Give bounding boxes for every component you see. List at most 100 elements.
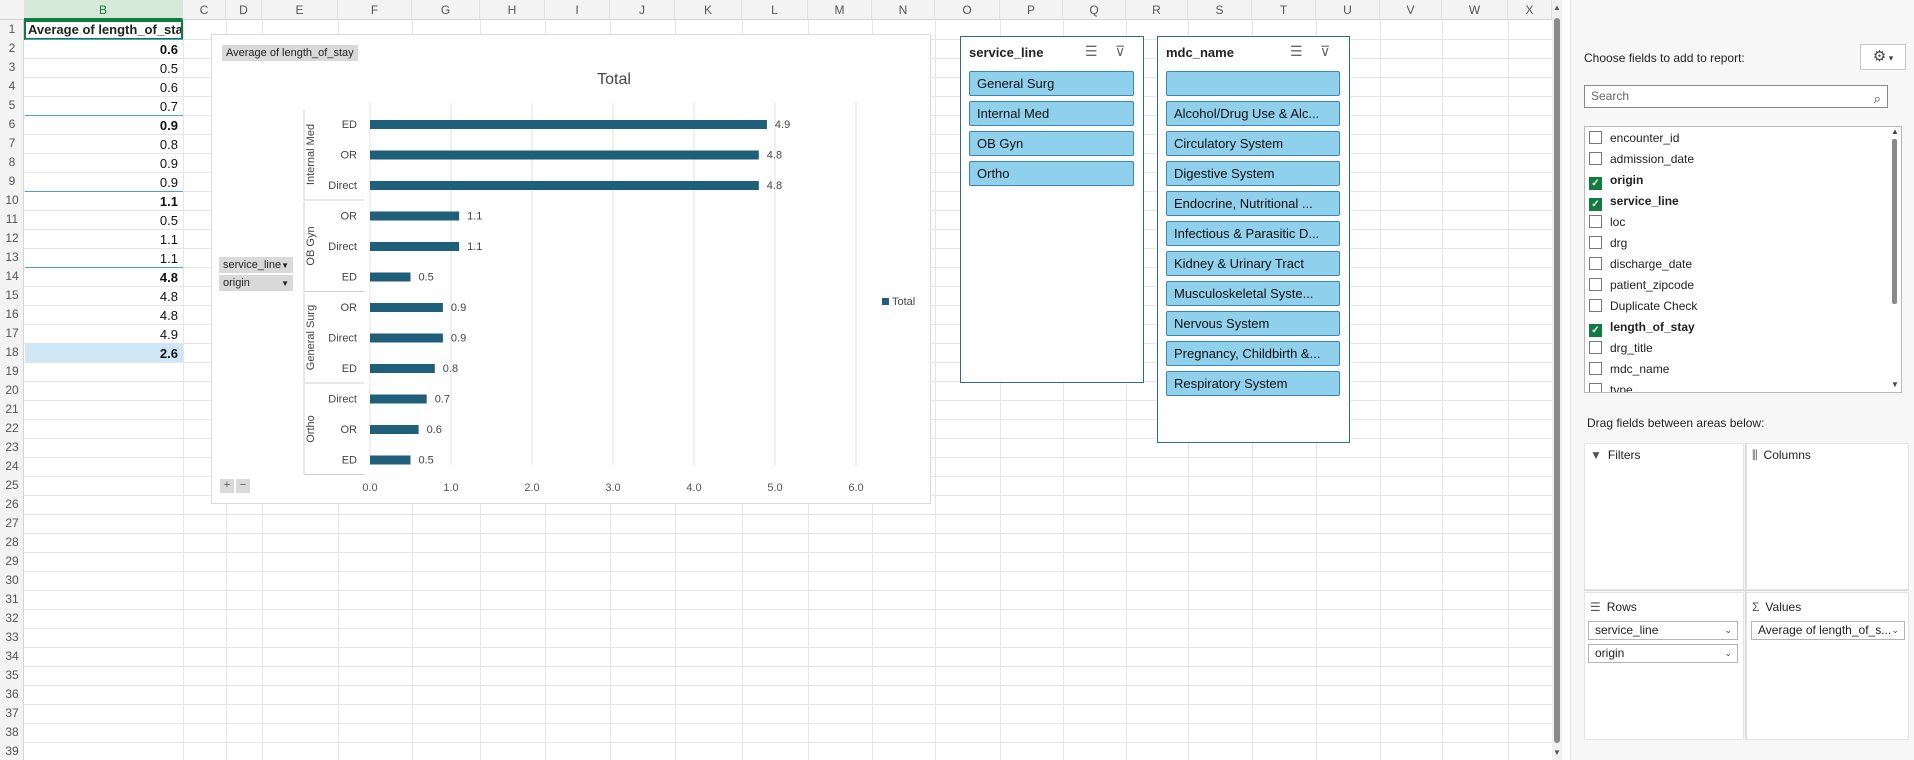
row-header-20[interactable]: 20 (0, 381, 24, 400)
pivot-value-cell[interactable]: 4.8 (25, 287, 182, 306)
row-header-7[interactable]: 7 (0, 134, 24, 153)
checkbox-icon[interactable] (1589, 257, 1602, 270)
row-header-4[interactable]: 4 (0, 77, 24, 96)
row-header-38[interactable]: 38 (0, 723, 24, 742)
field-length-of-stay[interactable]: ✓ length_of_stay (1589, 317, 1695, 337)
row-header-3[interactable]: 3 (0, 58, 24, 77)
column-header-C[interactable]: C (183, 0, 226, 20)
row-header-13[interactable]: 13 (0, 248, 24, 267)
column-header-J[interactable]: J (610, 0, 675, 20)
pivot-value-cell[interactable]: 0.7 (25, 97, 182, 116)
field-list[interactable]: encounter_id admission_date ✓ origin ✓ servic… (1584, 126, 1902, 393)
pivot-value-cell[interactable]: 2.6 (25, 344, 182, 363)
row-header-23[interactable]: 23 (0, 438, 24, 457)
pivot-value-cell[interactable]: 0.9 (25, 154, 182, 173)
slicer-item[interactable]: OB Gyn (969, 131, 1134, 156)
checkbox-icon[interactable]: ✓ (1589, 198, 1602, 211)
field-list-scrollbar[interactable]: ▲ ▼ (1890, 127, 1900, 392)
row-header-2[interactable]: 2 (0, 39, 24, 58)
row-header-8[interactable]: 8 (0, 153, 24, 172)
column-header-T[interactable]: T (1252, 0, 1316, 20)
field-service-line[interactable]: ✓ service_line (1589, 191, 1679, 211)
row-header-37[interactable]: 37 (0, 704, 24, 723)
row-header-11[interactable]: 11 (0, 210, 24, 229)
row-header-14[interactable]: 14 (0, 267, 24, 286)
row-header-21[interactable]: 21 (0, 400, 24, 419)
settings-gear-icon[interactable]: ⚙ ▾ (1860, 44, 1906, 70)
values-area[interactable] (1746, 592, 1909, 740)
column-header-G[interactable]: G (412, 0, 480, 20)
checkbox-icon[interactable]: ✓ (1589, 324, 1602, 337)
field-patient-zipcode[interactable]: patient_zipcode (1589, 275, 1694, 295)
row-header-6[interactable]: 6 (0, 115, 24, 134)
row-header-12[interactable]: 12 (0, 229, 24, 248)
field-origin[interactable]: ✓ origin (1589, 170, 1643, 190)
pivot-value-cell[interactable]: 0.5 (25, 211, 182, 230)
slicer-mdc-name[interactable]: mdc_name ☰ ⊽ Alcohol/Drug Use & Alc... Ci… (1157, 36, 1350, 443)
row-header-27[interactable]: 27 (0, 514, 24, 533)
scroll-thumb[interactable] (1892, 139, 1897, 304)
pivot-value-cell[interactable]: 0.8 (25, 135, 182, 154)
pivot-header-cell[interactable]: Average of length_of_stay (24, 20, 183, 40)
row-header-24[interactable]: 24 (0, 457, 24, 476)
column-header-H[interactable]: H (480, 0, 545, 20)
row-header-5[interactable]: 5 (0, 96, 24, 115)
slicer-item[interactable]: Alcohol/Drug Use & Alc... (1166, 101, 1340, 126)
pivot-value-cell[interactable]: 1.1 (25, 230, 182, 249)
checkbox-icon[interactable] (1589, 299, 1602, 312)
row-header-16[interactable]: 16 (0, 305, 24, 324)
slicer-item[interactable]: Endocrine, Nutritional ... (1166, 191, 1340, 216)
slicer-item[interactable]: Kidney & Urinary Tract (1166, 251, 1340, 276)
column-header-F[interactable]: F (338, 0, 412, 20)
pivot-value-cell[interactable]: 0.9 (25, 173, 182, 192)
rows-field-service-line[interactable]: service_line ⌄ (1588, 621, 1738, 640)
checkbox-icon[interactable] (1589, 131, 1602, 144)
values-field-avg-length-of-stay[interactable]: Average of length_of_s... ⌄ (1751, 621, 1905, 640)
column-header-B[interactable]: B (24, 0, 183, 20)
row-header-34[interactable]: 34 (0, 647, 24, 666)
column-header-S[interactable]: S (1188, 0, 1252, 20)
checkbox-icon[interactable] (1589, 362, 1602, 375)
column-header-P[interactable]: P (1000, 0, 1063, 20)
column-header-Q[interactable]: Q (1063, 0, 1126, 20)
column-header-V[interactable]: V (1380, 0, 1442, 20)
slicer-item[interactable] (1166, 71, 1340, 96)
checkbox-icon[interactable] (1589, 341, 1602, 354)
scroll-down-icon[interactable]: ▼ (1552, 748, 1562, 757)
rows-area[interactable] (1584, 592, 1744, 740)
checkbox-icon[interactable] (1589, 383, 1602, 392)
pivot-value-cell[interactable]: 4.8 (25, 268, 182, 287)
field-drg-title[interactable]: drg_title (1589, 338, 1653, 358)
field-drg[interactable]: drg (1589, 233, 1627, 253)
row-header-32[interactable]: 32 (0, 609, 24, 628)
columns-area[interactable] (1746, 443, 1909, 590)
field-admission-date[interactable]: admission_date (1589, 149, 1694, 169)
slicer-item[interactable]: Circulatory System (1166, 131, 1340, 156)
checkbox-icon[interactable] (1589, 236, 1602, 249)
slicer-item[interactable]: General Surg (969, 71, 1134, 96)
row-header-17[interactable]: 17 (0, 324, 24, 343)
row-header-35[interactable]: 35 (0, 666, 24, 685)
row-header-33[interactable]: 33 (0, 628, 24, 647)
row-header-28[interactable]: 28 (0, 533, 24, 552)
filters-area[interactable] (1584, 443, 1744, 590)
column-header-X[interactable]: X (1508, 0, 1552, 20)
scroll-up-icon[interactable]: ▲ (1891, 127, 1899, 136)
row-header-30[interactable]: 30 (0, 571, 24, 590)
slicer-item[interactable]: Digestive System (1166, 161, 1340, 186)
scroll-up-icon[interactable]: ▲ (1552, 3, 1562, 12)
pivot-value-cell[interactable]: 0.6 (25, 78, 182, 97)
multi-select-icon[interactable]: ☰ (1290, 43, 1303, 60)
field-discharge-date[interactable]: discharge_date (1589, 254, 1692, 274)
column-header-O[interactable]: O (935, 0, 1000, 20)
spreadsheet-grid[interactable]: BCDEFGHIJKLMNOPQRSTUVWX 1 2 3 4 5 6 7 8 9 10 11 12 1… (0, 0, 1560, 760)
scroll-down-icon[interactable]: ▼ (1891, 380, 1899, 389)
field-type[interactable]: type (1589, 380, 1633, 392)
pivot-value-cell[interactable]: 1.1 (25, 192, 182, 211)
slicer-item[interactable]: Nervous System (1166, 311, 1340, 336)
field-loc[interactable]: loc (1589, 212, 1625, 232)
row-header-26[interactable]: 26 (0, 495, 24, 514)
row-header-36[interactable]: 36 (0, 685, 24, 704)
row-header-31[interactable]: 31 (0, 590, 24, 609)
pivot-value-cell[interactable]: 0.9 (25, 116, 182, 135)
